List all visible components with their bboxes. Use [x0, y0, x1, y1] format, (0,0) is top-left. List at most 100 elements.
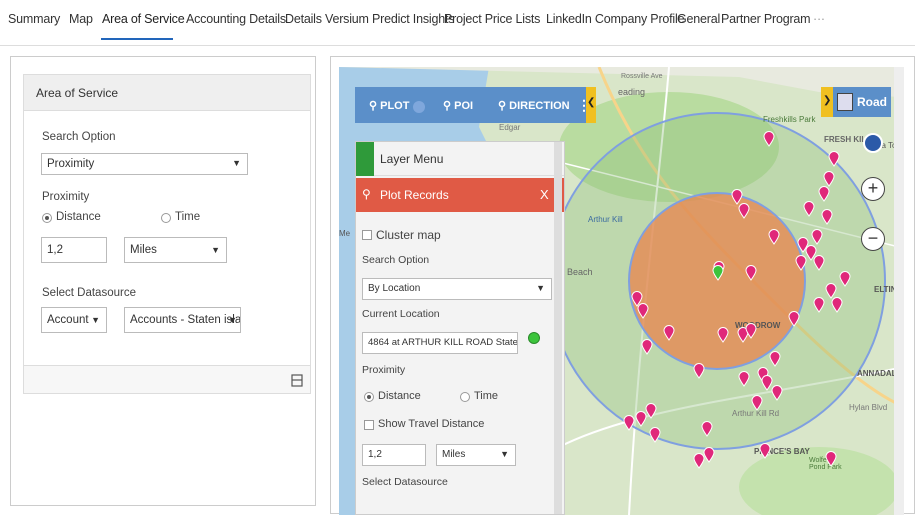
datasource-entity-value: Account [47, 314, 89, 326]
search-option-select[interactable]: Proximity ▼ [41, 153, 248, 175]
unit-select[interactable]: Miles ▼ [124, 237, 227, 263]
plot-records-header[interactable]: ⚲ Plot Records X [356, 178, 564, 212]
record-pin-icon[interactable] [759, 443, 771, 459]
time-radio[interactable] [460, 392, 470, 402]
record-pin-icon[interactable] [795, 255, 807, 271]
record-pin-icon[interactable] [745, 323, 757, 339]
datasource-label: Select Datasource [362, 476, 448, 488]
distance-input[interactable]: 1,2 [362, 444, 426, 466]
search-option-select[interactable]: By Location ▼ [362, 278, 552, 300]
distance-radio[interactable] [42, 213, 52, 223]
cluster-map-checkbox[interactable] [362, 230, 372, 240]
toolbar-collapse-icon[interactable]: ❮ [586, 87, 596, 123]
tab-more[interactable]: ··· [813, 12, 825, 26]
current-location-value: 4864 at ARTHUR KILL ROAD Staten Islanc [368, 337, 518, 348]
record-pin-icon[interactable] [769, 351, 781, 367]
record-pin-icon[interactable] [717, 327, 729, 343]
record-pin-icon[interactable] [751, 395, 763, 411]
record-pin-icon[interactable] [825, 451, 837, 467]
tab-bar: Summary Map Area of Service Accounting D… [0, 0, 915, 46]
record-pin-icon[interactable] [771, 385, 783, 401]
tab-details[interactable]: Details [285, 12, 322, 26]
tab-linkedin-company-profile[interactable]: LinkedIn Company Profile [546, 12, 685, 26]
record-pin-icon[interactable] [821, 209, 833, 225]
record-pin-icon[interactable] [623, 415, 635, 431]
record-pin-icon[interactable] [745, 265, 757, 281]
map-label: Rossville Ave [621, 73, 663, 80]
plot-records-label: Plot Records [380, 188, 449, 202]
close-button[interactable]: X [540, 187, 549, 202]
record-pin-icon[interactable] [788, 311, 800, 327]
record-pin-icon[interactable] [763, 131, 775, 147]
zoom-out-icon[interactable]: − [861, 227, 885, 251]
poi-button[interactable]: ⚲ POI [443, 99, 473, 112]
tab-project-price-lists[interactable]: Project Price Lists [444, 12, 540, 26]
compass-icon[interactable] [863, 133, 883, 153]
chevron-down-icon: ▼ [91, 315, 100, 325]
record-pin-icon[interactable] [803, 201, 815, 217]
map-canvas[interactable]: eading Freshkills Park FRESH KILLS Arthu… [339, 67, 904, 515]
record-pin-icon[interactable] [693, 453, 705, 469]
record-pin-icon[interactable] [839, 271, 851, 287]
search-option-value: By Location [368, 283, 421, 294]
pin-icon: ⚲ [362, 187, 371, 201]
record-pin-icon[interactable] [768, 229, 780, 245]
tab-summary[interactable]: Summary [8, 12, 60, 26]
direction-button[interactable]: ⚲ DIRECTION [498, 99, 570, 112]
proximity-label: Proximity [362, 364, 406, 376]
layer-menu-header[interactable]: Layer Menu [356, 142, 564, 176]
basemap-expand-icon[interactable]: ❯ [821, 87, 833, 117]
record-pin-icon[interactable] [637, 303, 649, 319]
tab-versium-predict-insights[interactable]: Versium Predict Insights [325, 12, 454, 26]
datasource-view-select[interactable]: Accounts - Staten isla ▼ [124, 307, 241, 333]
plot-toggle-icon[interactable] [413, 101, 425, 113]
record-pin-icon[interactable] [823, 171, 835, 187]
center-pin-icon[interactable] [712, 265, 724, 281]
record-pin-icon[interactable] [813, 297, 825, 313]
location-pin-icon[interactable] [528, 332, 540, 344]
map-label: Me [339, 229, 351, 238]
record-pin-icon[interactable] [635, 411, 647, 427]
distance-radio[interactable] [364, 392, 374, 402]
record-pin-icon[interactable] [813, 255, 825, 271]
record-pin-icon[interactable] [693, 363, 705, 379]
map-scrollbar[interactable] [894, 67, 904, 515]
panel-scrollbar[interactable] [554, 142, 562, 514]
zoom-in-icon[interactable]: + [861, 177, 885, 201]
record-pin-icon[interactable] [818, 186, 830, 202]
map-toolbar: ⚲ PLOT ⚲ POI ⚲ DIRECTION ⋮ [355, 87, 595, 123]
chevron-down-icon: ▼ [211, 245, 220, 255]
plot-button[interactable]: ⚲ PLOT [369, 99, 409, 112]
record-pin-icon[interactable] [701, 421, 713, 437]
chevron-down-icon: ▼ [500, 449, 509, 459]
tab-area-of-service[interactable]: Area of Service [102, 12, 185, 26]
chevron-down-icon: ▼ [232, 158, 241, 168]
time-radio[interactable] [161, 213, 171, 223]
unit-value: Miles [130, 244, 157, 256]
tab-partner-program[interactable]: Partner Program [721, 12, 811, 26]
record-pin-icon[interactable] [738, 371, 750, 387]
unit-select[interactable]: Miles ▼ [436, 444, 516, 466]
basemap-road-button[interactable]: Road [833, 87, 891, 117]
distance-input[interactable]: 1,2 [41, 237, 107, 263]
datasource-entity-select[interactable]: Account ▼ [41, 307, 107, 333]
record-pin-icon[interactable] [649, 427, 661, 443]
record-pin-icon[interactable] [831, 297, 843, 313]
tab-general[interactable]: General [677, 12, 720, 26]
record-pin-icon[interactable] [738, 203, 750, 219]
save-icon[interactable] [291, 374, 303, 387]
record-pin-icon[interactable] [663, 325, 675, 341]
record-pin-icon[interactable] [641, 339, 653, 355]
datasource-label: Select Datasource [42, 287, 136, 299]
record-pin-icon[interactable] [811, 229, 823, 245]
record-pin-icon[interactable] [828, 151, 840, 167]
show-travel-checkbox[interactable] [364, 420, 374, 430]
distance-value: 1,2 [368, 449, 382, 460]
show-travel-label: Show Travel Distance [378, 418, 485, 430]
layers-icon [356, 142, 374, 176]
tab-map[interactable]: Map [69, 12, 93, 26]
distance-value: 1,2 [47, 244, 63, 256]
tab-accounting-details[interactable]: Accounting Details [186, 12, 286, 26]
active-tab-indicator [101, 38, 173, 40]
current-location-input[interactable]: 4864 at ARTHUR KILL ROAD Staten Islanc [362, 332, 518, 354]
